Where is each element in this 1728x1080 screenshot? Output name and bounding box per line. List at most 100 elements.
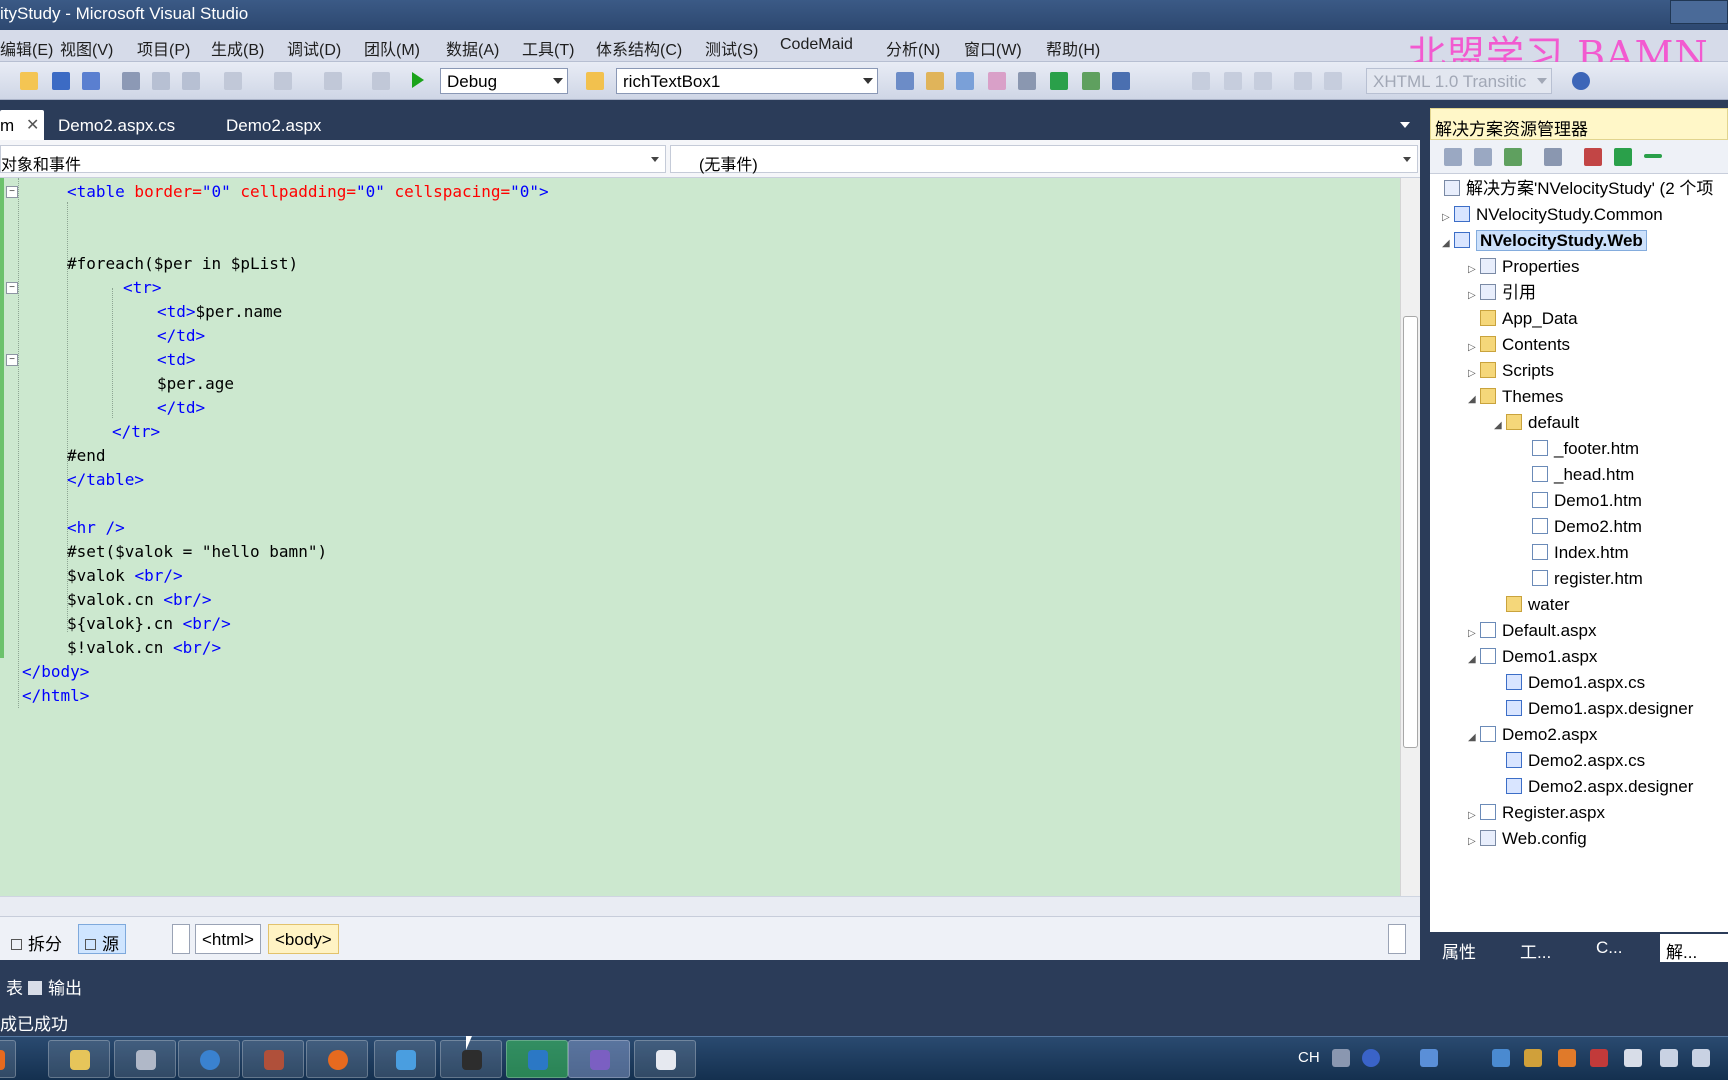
save-all-icon[interactable]	[82, 72, 100, 90]
view-class-diagram-icon[interactable]	[1544, 148, 1562, 166]
tree-node-common[interactable]: ▷ NVelocityStudy.Common	[1442, 202, 1663, 228]
volume-icon[interactable]	[1692, 1049, 1710, 1067]
undo-icon[interactable]	[224, 72, 242, 90]
firefox-task-2[interactable]	[306, 1040, 368, 1078]
crumb-html[interactable]: <html>	[195, 924, 261, 954]
fold-toggle-icon[interactable]: −	[6, 354, 18, 366]
tab-active-document[interactable]: m ✕	[0, 110, 44, 140]
security-icon[interactable]	[1524, 1049, 1542, 1067]
editor-vertical-scrollbar[interactable]	[1400, 178, 1420, 896]
copy-icon[interactable]	[152, 72, 170, 90]
tree-node[interactable]: ▷ Scripts	[1468, 358, 1554, 384]
tray-app-icon[interactable]	[1492, 1049, 1510, 1067]
objects-events-select[interactable]: 对象和事件	[0, 145, 666, 174]
save-icon[interactable]	[52, 72, 70, 90]
tools-task[interactable]	[114, 1040, 176, 1078]
tab-class-view[interactable]: C...	[1590, 934, 1628, 962]
collapse-icon[interactable]: ◢	[1468, 387, 1480, 413]
menu-debug[interactable]: 调试(D)	[287, 36, 341, 60]
tree-node[interactable]: Demo1.aspx.designer	[1494, 696, 1693, 722]
collapse-icon[interactable]: ◢	[1468, 647, 1480, 673]
signal-icon[interactable]	[1660, 1049, 1678, 1067]
find-combo[interactable]: richTextBox1	[616, 68, 878, 94]
properties-icon[interactable]	[1444, 148, 1462, 166]
redo-icon[interactable]	[274, 72, 292, 90]
media-task[interactable]	[242, 1040, 304, 1078]
menu-team[interactable]: 团队(M)	[364, 36, 420, 60]
format-icon[interactable]	[1294, 72, 1312, 90]
tree-node[interactable]: ◢ Demo2.aspx	[1468, 722, 1597, 748]
tools-icon[interactable]	[1018, 72, 1036, 90]
tree-node[interactable]: ▷ Default.aspx	[1468, 618, 1597, 644]
comment-icon[interactable]	[1192, 72, 1210, 90]
menu-data[interactable]: 数据(A)	[446, 36, 499, 60]
wrap-icon[interactable]	[1324, 72, 1342, 90]
crumb-next-icon[interactable]	[1388, 924, 1406, 954]
keyboard-icon[interactable]	[1332, 1049, 1350, 1067]
fold-toggle-icon[interactable]: −	[6, 186, 18, 198]
events-select[interactable]: (无事件)	[670, 145, 1418, 174]
expand-icon[interactable]: ▷	[1468, 829, 1480, 855]
tree-node[interactable]: ▷ Properties	[1468, 254, 1579, 280]
open-file-icon[interactable]	[20, 72, 38, 90]
menu-help[interactable]: 帮助(H)	[1046, 36, 1100, 60]
code-editor[interactable]: − − − <table border="0" cellpadding="0" …	[0, 178, 1400, 896]
app-task-2[interactable]	[374, 1040, 436, 1078]
tree-node[interactable]: Demo2.aspx.designer	[1494, 774, 1693, 800]
find-in-files-icon[interactable]	[586, 72, 604, 90]
crumb-body[interactable]: <body>	[268, 924, 339, 954]
tab-demo2-aspx-cs[interactable]: Demo2.aspx.cs	[48, 110, 185, 140]
crumb-prev-icon[interactable]	[172, 924, 190, 954]
tree-node[interactable]: _footer.htm	[1520, 436, 1639, 462]
tree-node-solution[interactable]: 解决方案'NVelocityStudy' (2 个项	[1444, 176, 1713, 202]
command-window-icon[interactable]	[1112, 72, 1130, 90]
toolbox-icon[interactable]	[988, 72, 1006, 90]
menu-analyze[interactable]: 分析(N)	[886, 36, 940, 60]
split-view-button[interactable]: 拆分	[4, 924, 69, 954]
fold-toggle-icon[interactable]: −	[6, 282, 18, 294]
tree-node[interactable]: Demo2.htm	[1520, 514, 1642, 540]
collapse-icon[interactable]: ◢	[1442, 231, 1454, 257]
tab-output[interactable]: 输出	[22, 970, 88, 998]
tray-app-icon[interactable]	[1558, 1049, 1576, 1067]
tree-node[interactable]: ◢ default	[1494, 410, 1579, 436]
extension-icon[interactable]	[1082, 72, 1100, 90]
menu-build[interactable]: 生成(B)	[211, 36, 264, 60]
tree-node[interactable]: register.htm	[1520, 566, 1643, 592]
tab-solution-explorer[interactable]: 解...	[1660, 934, 1728, 962]
tab-list-dropdown-icon[interactable]	[1400, 122, 1410, 128]
asp-config-icon[interactable]	[1614, 148, 1632, 166]
menu-project[interactable]: 项目(P)	[137, 36, 190, 60]
tab-toolbox[interactable]: 工...	[1514, 934, 1557, 962]
paste-icon[interactable]	[182, 72, 200, 90]
window-minimize-button[interactable]	[1670, 0, 1728, 24]
outdent-icon[interactable]	[1224, 72, 1242, 90]
collapse-all-icon[interactable]	[1644, 154, 1662, 158]
menu-window[interactable]: 窗口(W)	[964, 36, 1022, 60]
show-all-files-icon[interactable]	[1474, 148, 1492, 166]
tree-node[interactable]: ◢ Demo1.aspx	[1468, 644, 1597, 670]
properties-icon[interactable]	[926, 72, 944, 90]
collapse-icon[interactable]: ◢	[1468, 725, 1480, 751]
scrollbar-thumb[interactable]	[1403, 316, 1418, 748]
tree-node[interactable]: _head.htm	[1520, 462, 1634, 488]
tree-node[interactable]: water	[1494, 592, 1570, 618]
tree-node[interactable]: ▷ Web.config	[1468, 826, 1587, 852]
tree-node[interactable]: ▷ Contents	[1468, 332, 1570, 358]
tree-node[interactable]: Demo2.aspx.cs	[1494, 748, 1645, 774]
tab-demo2-aspx[interactable]: Demo2.aspx	[216, 110, 331, 140]
window-task[interactable]	[634, 1040, 696, 1078]
tree-node[interactable]: App_Data	[1468, 306, 1578, 332]
collapse-icon[interactable]: ◢	[1494, 413, 1506, 439]
solution-explorer-icon[interactable]	[896, 72, 914, 90]
validation-icon[interactable]	[1572, 72, 1590, 90]
menu-test[interactable]: 测试(S)	[705, 36, 758, 60]
app-task[interactable]	[178, 1040, 240, 1078]
tray-app-icon[interactable]	[1624, 1049, 1642, 1067]
start-page-icon[interactable]	[1050, 72, 1068, 90]
menu-tools[interactable]: 工具(T)	[522, 36, 574, 60]
menu-codemaid[interactable]: CodeMaid	[780, 36, 853, 54]
navigate-forward-icon[interactable]	[372, 72, 390, 90]
object-browser-icon[interactable]	[956, 72, 974, 90]
solution-config-select[interactable]: Debug	[440, 68, 568, 94]
